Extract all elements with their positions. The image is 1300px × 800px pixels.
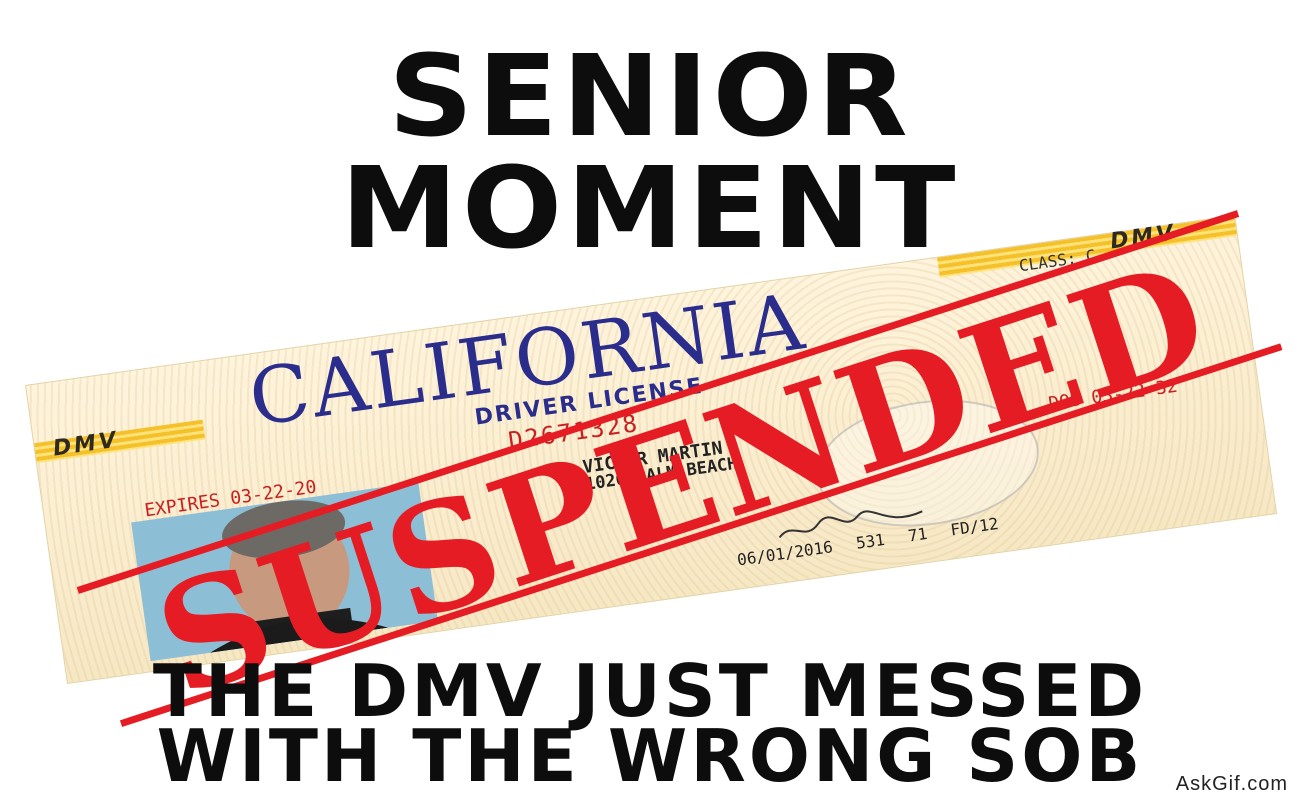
watermark: AskGif.com: [1175, 773, 1288, 795]
dmv-mark-left: DMV: [51, 427, 121, 462]
caption-line-2: WITH THE WRONG SOB: [156, 714, 1144, 798]
headline-line-1: SENIOR: [388, 30, 912, 162]
